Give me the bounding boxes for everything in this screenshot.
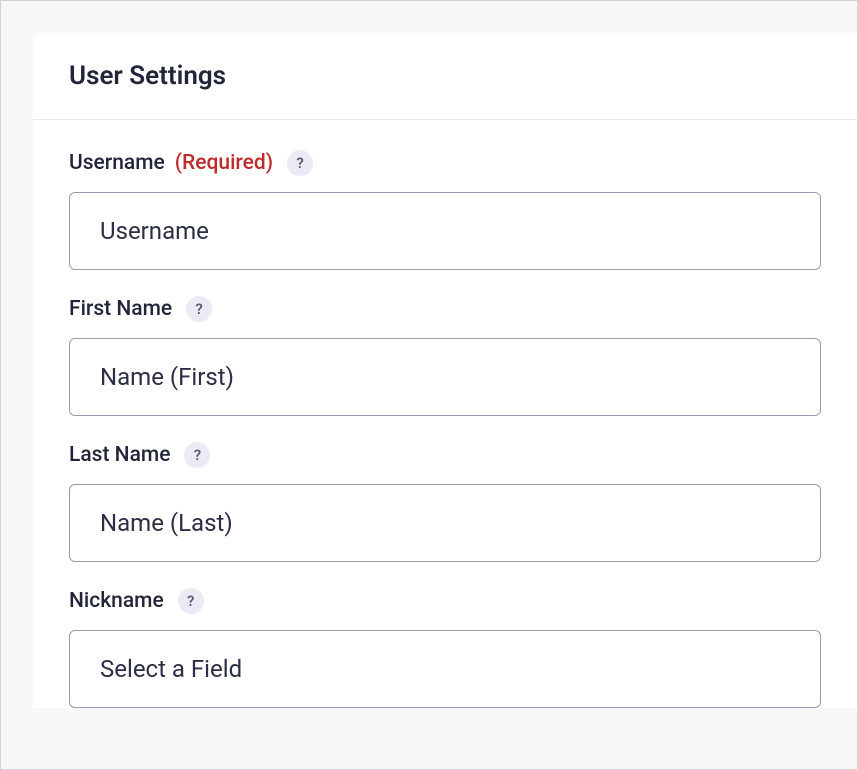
field-label-row: Nickname ?	[69, 588, 821, 614]
field-label-row: Username (Required) ?	[69, 150, 821, 176]
field-label-row: Last Name ?	[69, 442, 821, 468]
panel-body: Username (Required) ? First Name ? Last …	[33, 120, 857, 708]
panel-header: User Settings	[33, 33, 857, 120]
help-icon[interactable]: ?	[287, 150, 313, 176]
username-label: Username	[69, 151, 165, 175]
last-name-input[interactable]	[69, 484, 821, 562]
nickname-label: Nickname	[69, 589, 164, 613]
user-settings-panel: User Settings Username (Required) ? Firs…	[33, 33, 857, 708]
page-title: User Settings	[69, 61, 821, 91]
nickname-select[interactable]: Select a Field	[69, 630, 821, 708]
field-group-first-name: First Name ?	[69, 296, 821, 416]
field-label-row: First Name ?	[69, 296, 821, 322]
last-name-label: Last Name	[69, 443, 170, 467]
first-name-label: First Name	[69, 297, 172, 321]
help-icon[interactable]: ?	[184, 442, 210, 468]
first-name-input[interactable]	[69, 338, 821, 416]
help-icon[interactable]: ?	[178, 588, 204, 614]
username-input[interactable]	[69, 192, 821, 270]
field-group-username: Username (Required) ?	[69, 150, 821, 270]
required-tag: (Required)	[175, 151, 273, 175]
help-icon[interactable]: ?	[186, 296, 212, 322]
field-group-last-name: Last Name ?	[69, 442, 821, 562]
field-group-nickname: Nickname ? Select a Field	[69, 588, 821, 708]
